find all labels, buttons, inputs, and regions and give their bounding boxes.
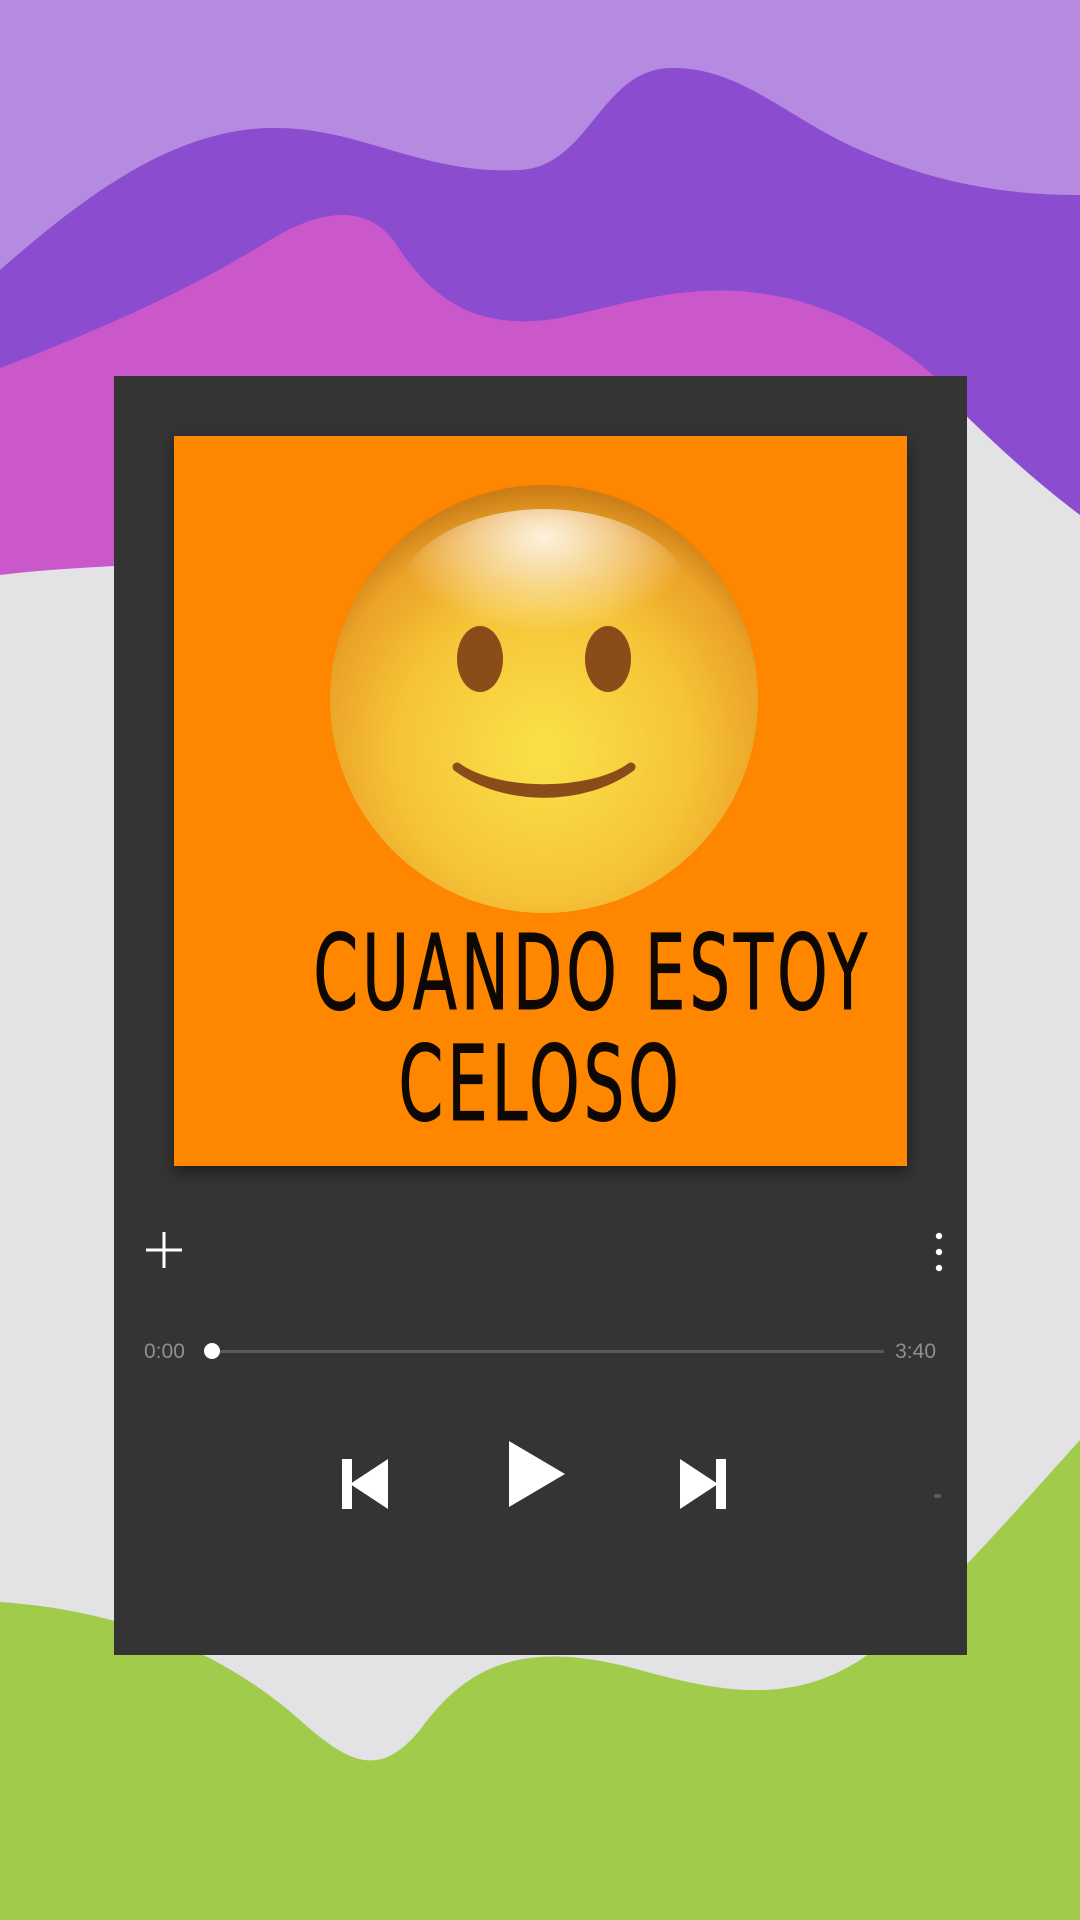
- progress-row: 0:00 3:40: [114, 1331, 967, 1371]
- total-time: 3:40: [895, 1340, 936, 1363]
- artwork-title-line-2: CELOSO: [398, 1023, 683, 1145]
- seek-thumb[interactable]: [204, 1343, 220, 1359]
- playback-controls: [114, 1426, 967, 1546]
- action-row: [114, 1216, 967, 1286]
- page: CUANDO ESTOY CELOSO 0:00 3:40: [0, 0, 1080, 1920]
- current-time: 0:00: [144, 1340, 185, 1363]
- seek-bar[interactable]: [204, 1350, 884, 1353]
- album-artwork: CUANDO ESTOY CELOSO: [174, 436, 907, 1166]
- music-player-card: CUANDO ESTOY CELOSO 0:00 3:40: [114, 376, 967, 1655]
- skip-previous-icon[interactable]: [342, 1459, 388, 1509]
- artwork-title-line-1: CUANDO ESTOY: [313, 912, 872, 1034]
- skip-next-icon[interactable]: [680, 1459, 726, 1509]
- more-vertical-icon[interactable]: [929, 1230, 949, 1274]
- indicator-dot: [934, 1494, 941, 1498]
- plus-icon[interactable]: [144, 1230, 184, 1270]
- play-icon[interactable]: [507, 1441, 565, 1507]
- slightly-smiling-face-icon: [329, 484, 759, 914]
